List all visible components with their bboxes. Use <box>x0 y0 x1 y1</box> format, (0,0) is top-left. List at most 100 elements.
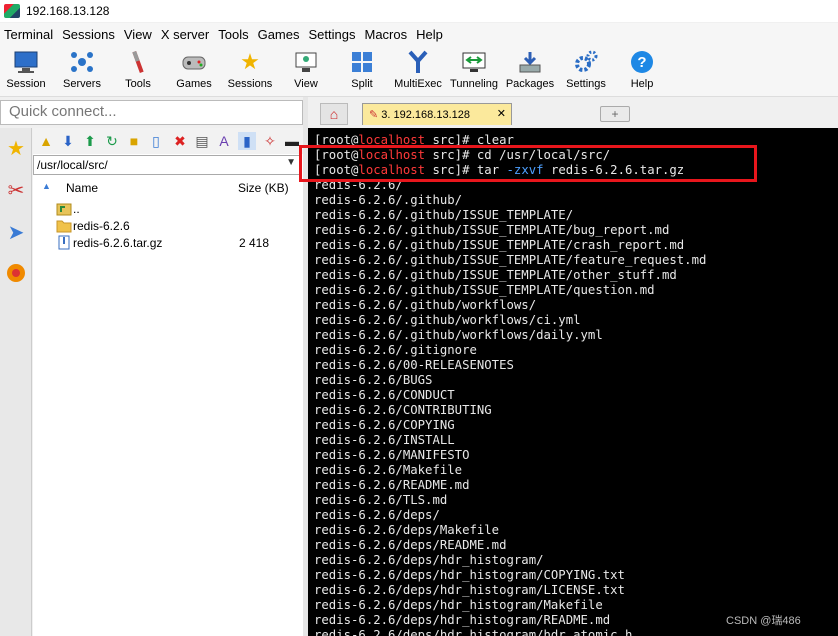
terminal-output-line: redis-6.2.6/.github/workflows/ci.yml <box>314 313 581 327</box>
toolbar-sessions-label: Sessions <box>227 78 273 90</box>
toolbar-view-label: View <box>294 78 318 90</box>
terminal-output-line: redis-6.2.6/CONTRIBUTING <box>314 403 492 417</box>
tab-label: 3. 192.168.13.128 <box>381 109 470 121</box>
close-icon[interactable]: ✕ <box>497 107 506 120</box>
terminal-output-line: redis-6.2.6/.gitignore <box>314 343 477 357</box>
packages-icon <box>517 49 543 75</box>
terminal-output-line: redis-6.2.6/MANIFESTO <box>314 448 470 462</box>
tab-tools-icon: ✎ <box>369 109 379 121</box>
terminal-output-line: redis-6.2.6/.github/ISSUE_TEMPLATE/quest… <box>314 283 655 297</box>
sftp-properties-icon[interactable]: ▤ <box>193 132 211 150</box>
menu-help[interactable]: Help <box>412 27 448 42</box>
menu-tools[interactable]: Tools <box>214 27 253 42</box>
toolbar-help-button[interactable]: ? Help <box>614 47 670 95</box>
menu-games[interactable]: Games <box>254 27 305 42</box>
watermark: CSDN @瑞486 <box>726 615 801 627</box>
home-tab[interactable]: ⌂ <box>320 103 348 125</box>
toolbar-view-button[interactable]: View <box>278 47 334 95</box>
side-tabs: ★ ✂ ➤ <box>0 128 32 636</box>
terminal-output-line: redis-6.2.6/deps/Makefile <box>314 523 500 537</box>
tools-icon <box>125 49 151 75</box>
terminal-output-line: redis-6.2.6/CONDUCT <box>314 388 455 402</box>
session-icon <box>13 49 39 75</box>
main-toolbar: Session Servers Tools Games ★ Sessions V… <box>0 45 838 97</box>
toolbar-multiexec-button[interactable]: MultiExec <box>390 47 446 95</box>
chevron-down-icon[interactable]: ▼ <box>286 157 296 168</box>
toolbar-tools-label: Tools <box>125 78 151 90</box>
menu-terminal[interactable]: Terminal <box>0 27 58 42</box>
toolbar-settings-label: Settings <box>566 78 606 90</box>
sftp-upload-icon[interactable]: ⬆ <box>81 132 99 150</box>
terminal-output-line: redis-6.2.6/.github/ISSUE_TEMPLATE/other… <box>314 268 677 282</box>
settings-icon <box>573 49 599 75</box>
sidebar-tools-icon[interactable]: ✂ <box>3 178 29 204</box>
file-name: redis-6.2.6.tar.gz <box>73 236 163 250</box>
toolbar-packages-button[interactable]: Packages <box>502 47 558 95</box>
terminal-tab-strip: ⌂ ✎ 3. 192.168.13.128 ✕ + <box>308 97 838 128</box>
sidebar-sftp-icon[interactable]: ➤ <box>3 220 29 246</box>
sftp-follow-terminal-icon[interactable]: ▮ <box>238 132 256 150</box>
menu-x-server[interactable]: X server <box>157 27 214 42</box>
toolbar-session-label: Session <box>6 78 46 90</box>
terminal-output-line: redis-6.2.6/.github/ISSUE_TEMPLATE/bug_r… <box>314 223 670 237</box>
sftp-delete-icon[interactable]: ✖ <box>171 132 189 150</box>
folder-icon <box>56 218 72 233</box>
terminal-output-line: redis-6.2.6/README.md <box>314 478 470 492</box>
toolbar-sessions-button[interactable]: ★ Sessions <box>222 47 278 95</box>
menu-view[interactable]: View <box>120 27 157 42</box>
view-icon <box>293 49 319 75</box>
terminal-output-line: redis-6.2.6/INSTALL <box>314 433 455 447</box>
highlight-annotation-box <box>299 145 757 182</box>
toolbar-games-label: Games <box>176 78 212 90</box>
terminal-output-line: redis-6.2.6/Makefile <box>314 463 463 477</box>
file-name: redis-6.2.6 <box>73 219 130 233</box>
toolbar-servers-button[interactable]: Servers <box>54 47 110 95</box>
servers-icon <box>69 49 95 75</box>
sftp-refresh-icon[interactable]: ↻ <box>103 132 121 150</box>
archive-file-icon <box>56 235 72 250</box>
toolbar-split-button[interactable]: Split <box>334 47 390 95</box>
column-size-header[interactable]: Size (KB) <box>238 181 289 195</box>
terminal-output-line: redis-6.2.6/COPYING <box>314 418 455 432</box>
sftp-wand-icon[interactable]: ✧ <box>261 132 279 150</box>
sftp-column-header: ▲ Name Size (KB) <box>33 178 303 198</box>
sidebar-sessions-star-icon[interactable]: ★ <box>3 136 29 162</box>
sidebar-macros-icon[interactable] <box>3 262 29 288</box>
toolbar-session-button[interactable]: Session <box>0 47 54 95</box>
terminal-output[interactable]: [root@localhost src]# clear [root@localh… <box>308 128 838 636</box>
home-icon: ⌂ <box>329 106 339 122</box>
sftp-download-icon[interactable]: ⬇ <box>59 132 77 150</box>
sftp-panel: ▲ ⬇ ⬆ ↻ ■ ▯ ✖ ▤ A ▮ ✧ ▬ /usr/local/src/ … <box>33 128 303 636</box>
file-row-parent[interactable]: .. <box>33 201 303 218</box>
sftp-up-folder-icon[interactable]: ▲ <box>37 132 55 150</box>
toolbar-packages-label: Packages <box>505 78 555 90</box>
quick-connect-input[interactable]: Quick connect... <box>0 100 303 125</box>
toolbar-settings-button[interactable]: Settings <box>558 47 614 95</box>
toolbar-tunneling-label: Tunneling <box>450 78 498 90</box>
sftp-path-field[interactable]: /usr/local/src/ ▼ <box>33 155 301 175</box>
terminal-output-line: redis-6.2.6/deps/hdr_histogram/COPYING.t… <box>314 568 625 582</box>
sort-ascending-icon: ▲ <box>42 181 51 191</box>
terminal-output-line: redis-6.2.6/deps/README.md <box>314 538 507 552</box>
toolbar-help-label: Help <box>630 78 654 90</box>
sftp-new-folder-icon[interactable]: ■ <box>125 132 143 150</box>
toolbar-tunneling-button[interactable]: Tunneling <box>446 47 502 95</box>
toolbar-games-button[interactable]: Games <box>166 47 222 95</box>
multiexec-icon <box>405 49 431 75</box>
column-name-header[interactable]: Name <box>66 181 98 195</box>
toolbar-servers-label: Servers <box>63 78 101 90</box>
mobaxterm-logo-icon <box>4 4 20 18</box>
file-row-folder[interactable]: redis-6.2.6 <box>33 218 303 235</box>
menu-macros[interactable]: Macros <box>360 27 412 42</box>
menu-sessions[interactable]: Sessions <box>58 27 120 42</box>
sftp-new-file-icon[interactable]: ▯ <box>147 132 165 150</box>
sftp-rename-icon[interactable]: A <box>215 132 233 150</box>
file-row-archive[interactable]: redis-6.2.6.tar.gz 2 418 <box>33 235 303 252</box>
toolbar-tools-button[interactable]: Tools <box>110 47 166 95</box>
terminal-output-line: redis-6.2.6/.github/workflows/daily.yml <box>314 328 603 342</box>
menu-settings[interactable]: Settings <box>305 27 361 42</box>
terminal-output-line: redis-6.2.6/deps/hdr_histogram/README.md <box>314 613 611 627</box>
tab-session-3[interactable]: ✎ 3. 192.168.13.128 ✕ <box>362 103 512 125</box>
new-tab-button[interactable]: + <box>600 106 630 122</box>
terminal-output-line: redis-6.2.6/deps/hdr_histogram/ <box>314 553 544 567</box>
